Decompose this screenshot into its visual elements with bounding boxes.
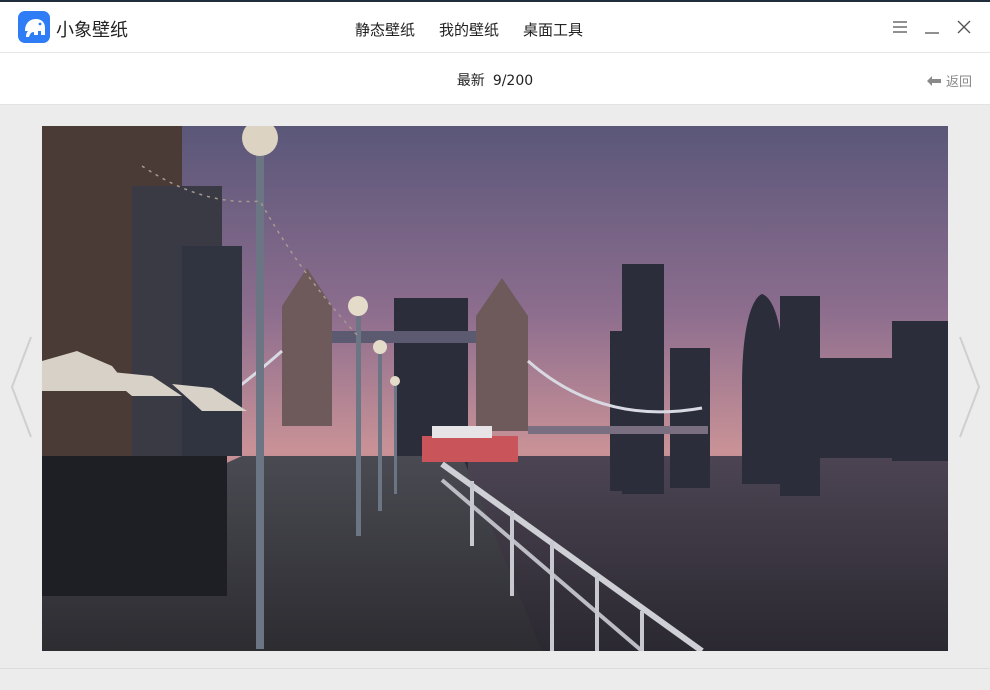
wallpaper-info-bar: 最新 9/200 返回 (0, 53, 990, 105)
menu-icon[interactable] (891, 18, 909, 36)
elephant-logo-icon[interactable] (18, 11, 50, 43)
app-name: 小象壁纸 (56, 20, 128, 41)
position-label: 9/200 (492, 73, 534, 89)
nav-desktop-tools[interactable]: 桌面工具 (523, 19, 583, 40)
minimize-icon[interactable] (923, 18, 941, 36)
back-button[interactable]: 返回 (926, 71, 972, 90)
nav-static-wallpaper[interactable]: 静态壁纸 (355, 19, 415, 40)
back-arrow-icon (926, 75, 941, 86)
chevron-left-icon[interactable] (9, 335, 33, 439)
main-nav: 静态壁纸 我的壁纸 桌面工具 (355, 19, 583, 40)
chevron-right-icon[interactable] (958, 335, 982, 439)
category-label: 最新 (456, 73, 485, 89)
close-icon[interactable] (955, 18, 973, 36)
nav-my-wallpaper[interactable]: 我的壁纸 (439, 19, 499, 40)
wallpaper-counter: 最新 9/200 (0, 70, 990, 90)
bottom-divider (0, 668, 990, 669)
back-label: 返回 (945, 75, 972, 90)
wallpaper-image (42, 126, 948, 651)
title-bar: 小象壁纸 静态壁纸 我的壁纸 桌面工具 (0, 0, 990, 53)
wallpaper-preview[interactable] (42, 126, 948, 651)
